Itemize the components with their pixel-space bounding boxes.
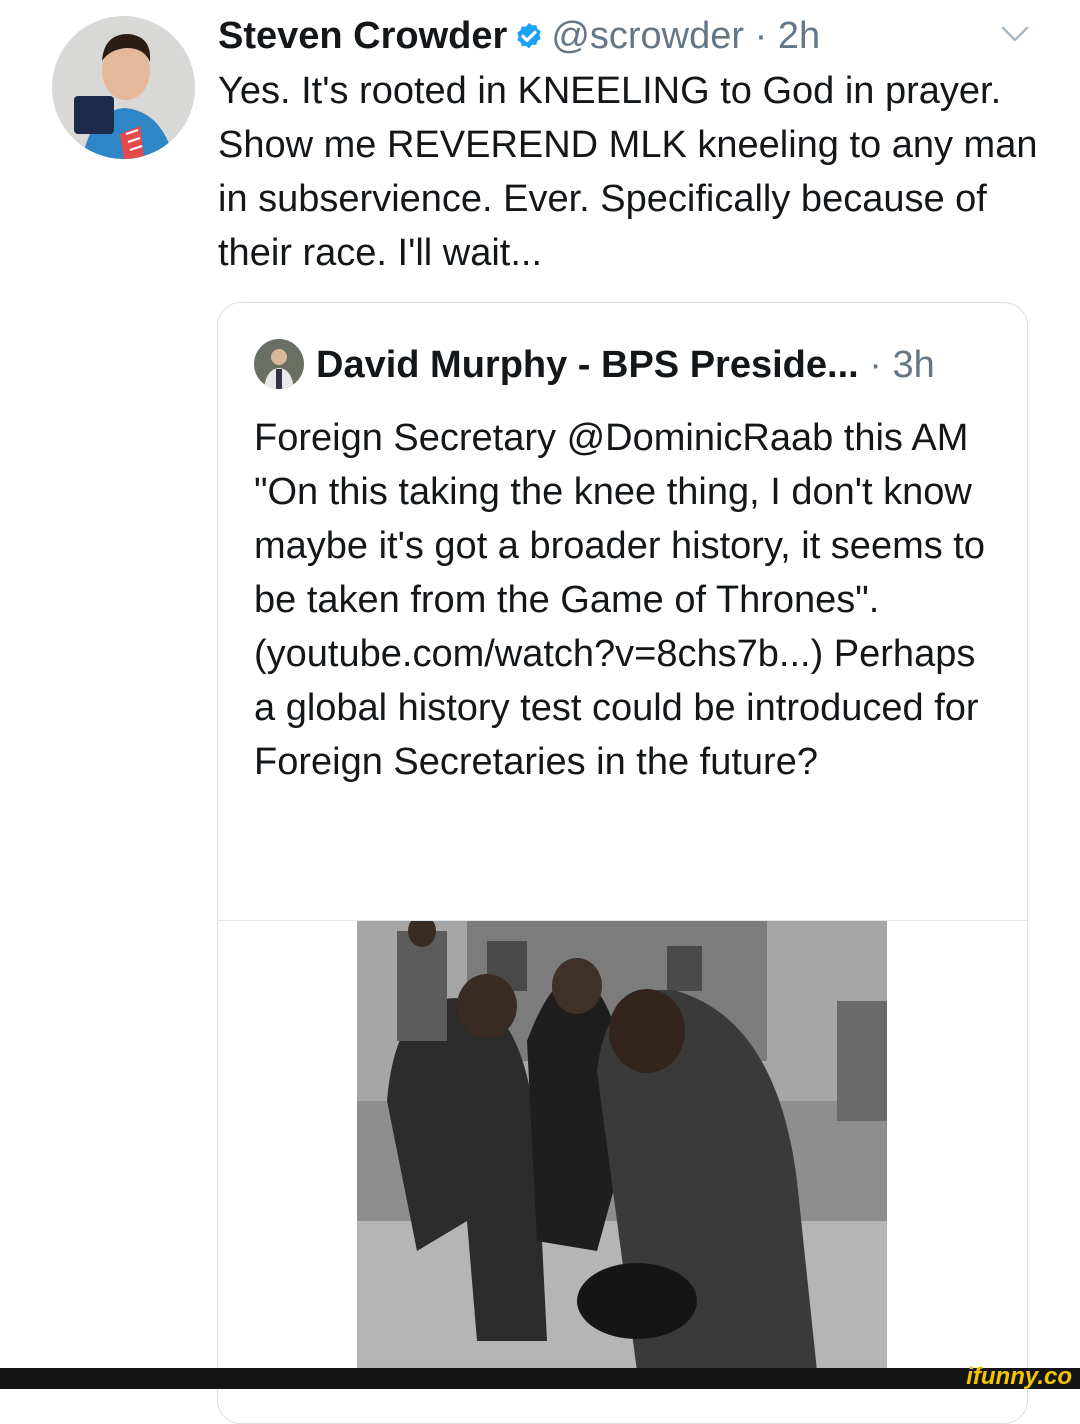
author-avatar[interactable] (52, 16, 195, 159)
author-handle[interactable]: @scrowder (551, 15, 744, 57)
quoted-tweet-timestamp[interactable]: 3h (892, 344, 934, 386)
chevron-down-icon[interactable] (1000, 22, 1030, 46)
quoted-tweet-photo[interactable] (357, 921, 887, 1371)
quoted-author-avatar (254, 339, 304, 389)
quoted-separator-dot: · (869, 344, 882, 386)
kneeling-men-photo (357, 921, 887, 1371)
tweet-timestamp[interactable]: 2h (778, 15, 820, 57)
tweet-header: Steven Crowder @scrowder · 2h (218, 12, 1020, 60)
quoted-tweet-header: David Murphy - BPS Preside... · 3h (254, 339, 935, 391)
quoted-tweet-text: Foreign Secretary @DominicRaab this AM "… (254, 417, 985, 783)
avatar-photo (52, 16, 195, 159)
ifunny-watermark: ifunny.co (966, 1363, 1072, 1390)
quoted-tweet-card[interactable]: David Murphy - BPS Preside... · 3h Forei… (217, 302, 1028, 1424)
tweet-text: Yes. It's rooted in KNEELING to God in p… (218, 70, 1038, 274)
author-name[interactable]: Steven Crowder (218, 15, 507, 57)
quoted-author-name[interactable]: David Murphy - BPS Preside... (316, 344, 859, 386)
separator-dot: · (754, 15, 768, 57)
watermark-bar: ifunny.co (0, 1364, 1080, 1390)
verified-badge-icon (513, 17, 545, 65)
